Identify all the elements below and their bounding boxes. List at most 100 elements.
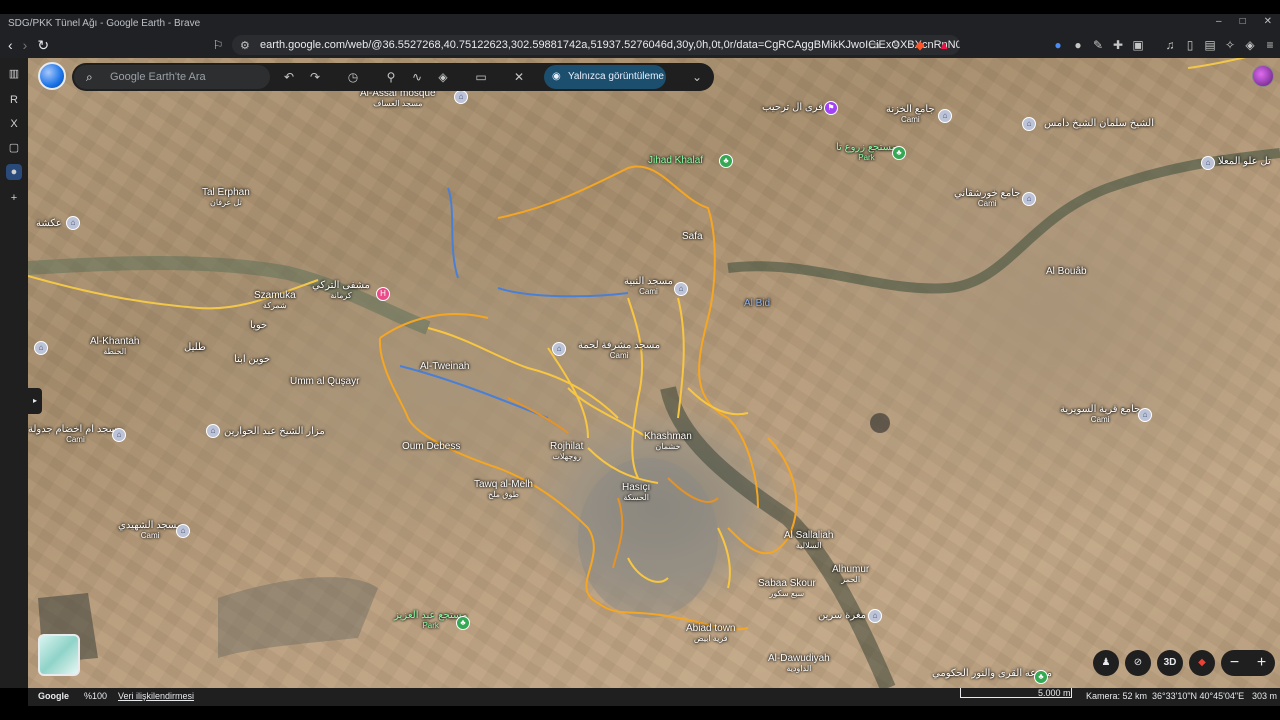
earth-home-globe-icon[interactable] [38, 62, 66, 90]
label-rgut[interactable]: مغرة سرين [818, 610, 866, 621]
mosque-pin-icon[interactable]: ⌂ [1022, 117, 1036, 131]
history-icon[interactable]: ◷ [344, 68, 362, 86]
label-sabaa-skour[interactable]: Sabaa Skour سبع سكور [758, 578, 816, 598]
pegman-icon[interactable]: ♟ [1093, 650, 1119, 676]
mosque-pin-icon[interactable]: ⌂ [938, 109, 952, 123]
label-al-assaf[interactable]: Al-Assaf mosque مسجد العساف [360, 88, 436, 108]
label-safa[interactable]: Safa [682, 231, 703, 242]
label-cami-7[interactable]: مسجد الشهيدي Cami [118, 520, 182, 540]
mosque-pin-icon[interactable]: ⌂ [34, 341, 48, 355]
vpn-icon[interactable]: ◈ [1242, 37, 1258, 53]
hospital-pin-icon[interactable]: H [376, 287, 390, 301]
park-pin-icon[interactable]: ♣ [719, 154, 733, 168]
label-al-bouab[interactable]: Al Bouâb [1046, 266, 1087, 277]
maximize-button[interactable]: □ [1240, 16, 1246, 27]
label-alhumur[interactable]: Alhumur الحمر [832, 564, 869, 584]
label-cami-5[interactable]: مسجد مشرفة لحمة Cami [578, 340, 660, 360]
measure-icon[interactable]: ▭ [472, 68, 490, 86]
label-szamuka[interactable]: Szamuka شمركة [254, 290, 296, 310]
mosque-pin-icon[interactable]: ⌂ [454, 90, 468, 104]
place-pin-icon[interactable]: ⚑ [824, 101, 838, 115]
brave-rewards-icon[interactable]: ▲ [936, 37, 952, 53]
mosque-pin-icon[interactable]: ⌂ [66, 216, 80, 230]
mosque-pin-icon[interactable]: ⌂ [1022, 192, 1036, 206]
label-al-bid[interactable]: Al Bid [744, 298, 770, 309]
forward-icon[interactable]: › [23, 37, 28, 54]
sidebar-toggle-icon[interactable]: ▯ [1182, 37, 1198, 53]
share-icon[interactable]: ⇪ [888, 37, 904, 53]
cast-icon[interactable]: ▭ [866, 37, 882, 53]
search-input[interactable]: ⌕ Google Earth'te Ara [74, 65, 270, 89]
add-placemark-icon[interactable]: ⚲ [382, 68, 400, 86]
address-bar[interactable]: ⚙ earth.google.com/web/@36.5527268,40.75… [232, 35, 960, 55]
extension-icon-1[interactable]: ● [1050, 37, 1066, 53]
map-style-thumbnail[interactable] [38, 634, 80, 676]
label-cami-6[interactable]: مسجد ام اخضام جدولة Cami [28, 424, 123, 444]
park-bottom-pin-icon[interactable]: ♣ [456, 616, 470, 630]
place-pin-icon[interactable]: ⌂ [1201, 156, 1215, 170]
label-cami-4[interactable]: مسجد النبية Cami [624, 276, 673, 296]
place-pin-icon[interactable]: ⌂ [868, 609, 882, 623]
label-al-dawudiyah[interactable]: Al-Dawudiyah الداودية [768, 653, 830, 673]
expand-panel-chevron-icon[interactable]: ▸ [28, 388, 42, 414]
3d-toggle-button[interactable]: 3D [1157, 650, 1183, 676]
mosque-pin-icon[interactable]: ⌂ [674, 282, 688, 296]
layers-icon[interactable]: ◈ [434, 68, 452, 86]
label-cami-2[interactable]: الشيخ سلمان الشيخ دامس [1044, 118, 1154, 129]
park-top-pin-icon[interactable]: ♣ [892, 146, 906, 160]
shrine-pin-icon[interactable]: ⌂ [206, 424, 220, 438]
label-rojhilat[interactable]: Rojhilat روجهلات [550, 441, 583, 461]
label-al-tweinah[interactable]: Al-Tweinah [420, 361, 469, 372]
menu-icon[interactable]: ≡ [1262, 37, 1278, 53]
label-park-top[interactable]: مستجع زروع تا Park [836, 142, 897, 162]
panel-icon[interactable]: ▥ [6, 66, 22, 82]
label-oum-debess[interactable]: Oum Debess [402, 441, 460, 452]
view-only-button[interactable]: ◉ Yalnızca görüntüleme [544, 65, 666, 89]
avatar[interactable] [1252, 65, 1274, 87]
label-khashman[interactable]: Khashman خشمان [644, 431, 692, 451]
collaborate-icon[interactable]: ✕ [510, 68, 528, 86]
leo-icon[interactable]: ✧ [1222, 37, 1238, 53]
label-abiad-town[interactable]: Abiad town قرية ابيض [686, 623, 735, 643]
mosque-pin-icon[interactable]: ⌂ [176, 524, 190, 538]
label-tilal[interactable]: طليل [184, 342, 206, 353]
extension-icon-2[interactable]: ● [1070, 37, 1086, 53]
park-pin-icon[interactable]: ♣ [1034, 670, 1048, 684]
mosque-pin-icon[interactable]: ⌂ [112, 428, 126, 442]
label-jihad-khalaf[interactable]: Jihad Khalaf [648, 155, 703, 166]
label-khawab[interactable]: خويا [250, 320, 267, 331]
redo-icon[interactable]: ↷ [306, 68, 324, 86]
wallet-icon[interactable]: ▤ [1202, 37, 1218, 53]
label-cami-8[interactable]: جامع قرية السويرية Cami [1060, 404, 1140, 424]
extensions-puzzle-icon[interactable]: ✚ [1110, 37, 1126, 53]
brave-shields-icon[interactable]: ◆ [912, 37, 928, 53]
rewards-sidebar-icon[interactable]: R [6, 92, 22, 108]
draw-path-icon[interactable]: ∿ [408, 68, 426, 86]
earth-sidebar-icon[interactable]: ● [6, 164, 22, 180]
extension-icon-4[interactable]: ▣ [1130, 37, 1146, 53]
label-cami-3[interactable]: جامع خورشقاني Cami [954, 188, 1020, 208]
zoom-out-button[interactable]: − [1230, 654, 1239, 672]
add-panel-icon[interactable]: + [6, 190, 22, 206]
mosque-pin-icon[interactable]: ⌂ [552, 342, 566, 356]
x-icon[interactable]: X [6, 116, 22, 132]
reload-icon[interactable]: ↻ [37, 37, 49, 54]
label-tal-almaa[interactable]: تل علو المعلا [1218, 156, 1271, 167]
data-attribution-link[interactable]: Veri ilişkilendirmesi [118, 691, 194, 701]
media-icon[interactable]: ♫ [1162, 37, 1178, 53]
compass-icon[interactable]: ◆ [1189, 650, 1215, 676]
mosque-pin-icon[interactable]: ⌂ [1138, 408, 1152, 422]
back-icon[interactable]: ‹ [8, 37, 13, 54]
label-mazar[interactable]: مزار الشيخ عبد الحوارين [224, 426, 325, 437]
minimize-button[interactable]: – [1216, 16, 1222, 27]
chevron-down-icon[interactable]: ⌄ [688, 68, 706, 86]
label-khawab2[interactable]: خوين ابنا [234, 354, 270, 365]
label-umm-al-qusayr[interactable]: Umm al Quşayr [290, 376, 359, 387]
label-hospital[interactable]: مشفى التركي كرمانة [312, 280, 370, 300]
label-al-sallaliah[interactable]: Al Sallaliah السلالية [784, 530, 833, 550]
label-tawq-al-melh[interactable]: Tawq al-Melh طوق ملح [474, 479, 533, 499]
earth-map[interactable]: Al-Assaf mosque مسجد العساف Tal Erphan تل … [28, 58, 1280, 688]
label-cami-1[interactable]: جامع الخزنة Cami [886, 104, 935, 124]
site-info-icon[interactable]: ⚙ [240, 39, 250, 52]
bookmark-icon[interactable]: ⚐ [210, 37, 226, 53]
